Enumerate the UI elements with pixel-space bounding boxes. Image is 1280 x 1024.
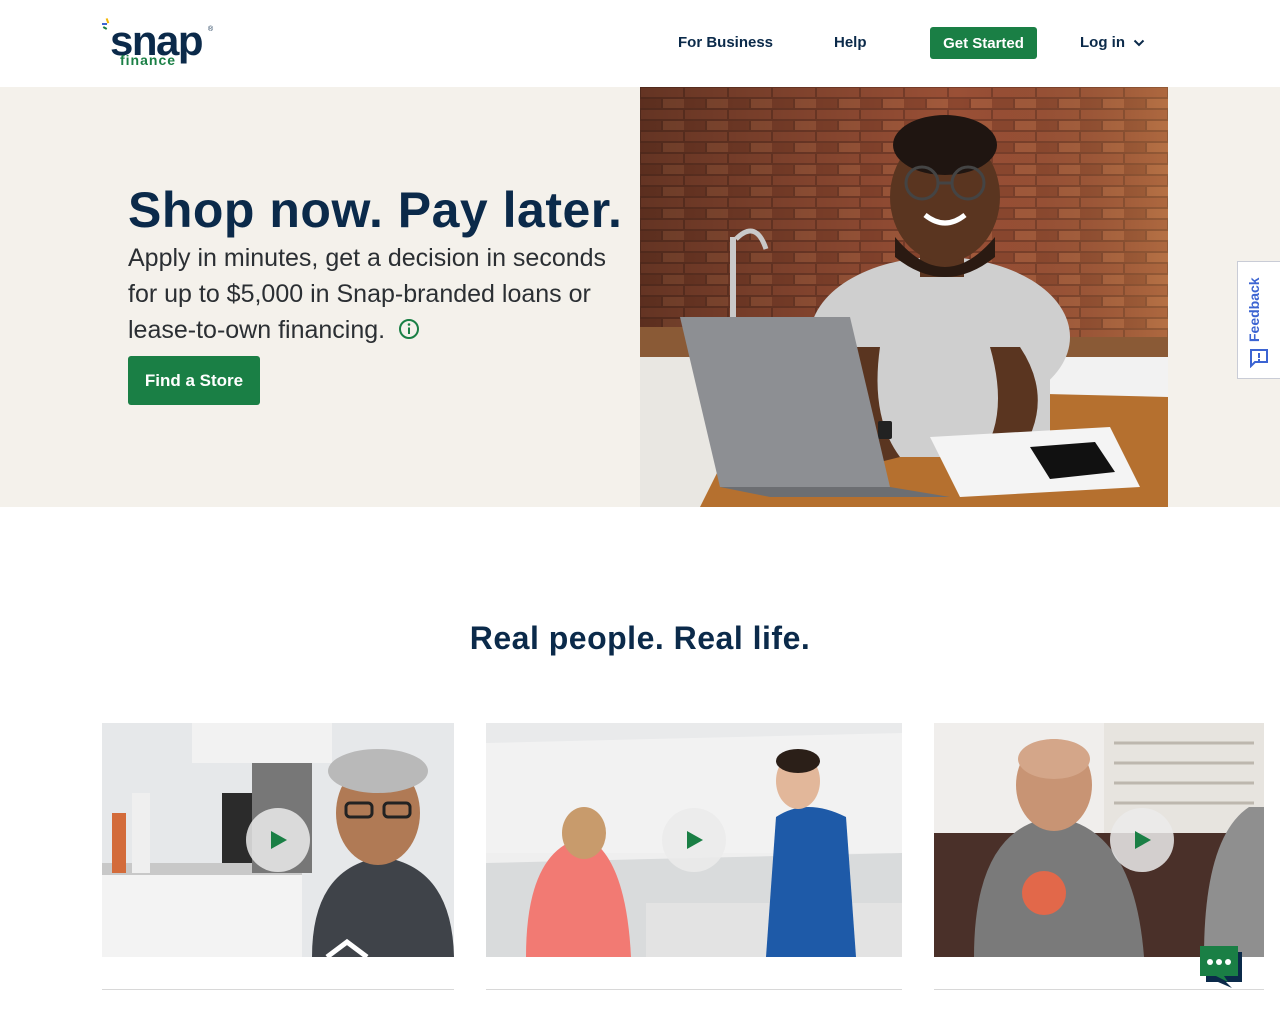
feedback-label: Feedback (1246, 277, 1262, 342)
card-divider (934, 989, 1264, 990)
play-icon[interactable] (246, 808, 310, 872)
registered-mark-icon: ® (208, 26, 214, 33)
hero-title: Shop now. Pay later. (128, 182, 623, 238)
site-header: snap ® finance For Business Help Get Sta… (0, 0, 1280, 87)
logo-subtext: finance (120, 52, 177, 68)
testimonial-video-1[interactable] (102, 723, 454, 957)
play-icon[interactable] (1110, 808, 1174, 872)
card-divider (486, 989, 902, 990)
snap-finance-logo[interactable]: snap ® finance (102, 18, 214, 70)
hero-image-man-on-laptop (640, 87, 1168, 507)
nav-help[interactable]: Help (834, 34, 867, 52)
hero-subtitle-text: Apply in minutes, get a decision in seco… (128, 244, 607, 344)
testimonials-title: Real people. Real life. (469, 620, 811, 656)
info-icon[interactable] (398, 318, 420, 340)
card-divider (102, 989, 454, 990)
nav-for-business[interactable]: For Business (678, 34, 773, 52)
hero-subtitle: Apply in minutes, get a decision in seco… (128, 240, 628, 348)
testimonial-video-2[interactable] (486, 723, 902, 957)
feedback-icon (1250, 349, 1268, 368)
login-label: Log in (1080, 34, 1125, 51)
get-started-button[interactable]: Get Started (930, 27, 1037, 59)
play-icon[interactable] (662, 808, 726, 872)
feedback-tab[interactable]: Feedback (1237, 261, 1280, 379)
login-dropdown[interactable]: Log in (1080, 34, 1145, 52)
chat-icon (1200, 946, 1242, 988)
chat-widget-button[interactable] (1198, 944, 1244, 988)
testimonial-video-3[interactable] (934, 723, 1264, 957)
chevron-down-icon (1133, 39, 1145, 47)
hero-section: Shop now. Pay later. Apply in minutes, g… (0, 87, 1280, 507)
find-a-store-button[interactable]: Find a Store (128, 356, 260, 405)
